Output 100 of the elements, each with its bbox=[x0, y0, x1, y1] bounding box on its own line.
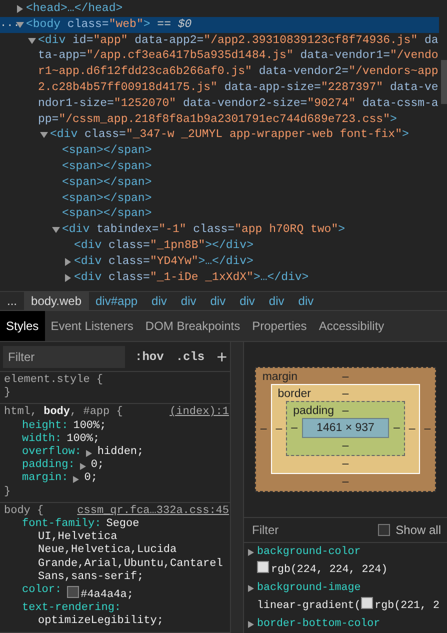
css-property-name: background-color bbox=[257, 545, 362, 559]
css-property-value: 100%; bbox=[66, 432, 100, 446]
breadcrumb[interactable]: div bbox=[232, 292, 262, 310]
panel-tab[interactable]: DOM Breakpoints bbox=[139, 311, 246, 341]
css-property-name: margin: bbox=[22, 472, 68, 486]
css-property-name: background-image bbox=[257, 581, 362, 595]
expanded-triangle-icon[interactable] bbox=[16, 20, 24, 29]
box-value: – bbox=[408, 422, 416, 434]
dom-row[interactable]: <span></span> bbox=[0, 158, 439, 175]
css-property-name: width: bbox=[22, 432, 62, 446]
dom-row[interactable]: <span></span> bbox=[0, 143, 439, 159]
css-property-name: color: bbox=[22, 584, 62, 598]
class-button[interactable]: .cls bbox=[174, 350, 207, 364]
checkbox-label: Show all bbox=[396, 523, 441, 537]
source-link[interactable]: (index):1 bbox=[170, 406, 229, 420]
css-property-name: padding: bbox=[22, 459, 75, 472]
html-tag-line: <div class="_347-w _2UMYL app-wrapper-web font-fix"> bbox=[50, 127, 409, 144]
collapsed-triangle-icon[interactable] bbox=[16, 5, 24, 13]
breadcrumb[interactable]: div bbox=[262, 292, 292, 310]
css-property-value: 0; bbox=[90, 459, 104, 472]
breadcrumb[interactable]: div bbox=[291, 292, 321, 310]
html-tag-line: <span></span> bbox=[62, 143, 152, 159]
checkbox[interactable] bbox=[378, 524, 390, 536]
box-label: padding bbox=[293, 405, 334, 417]
box-value: – bbox=[342, 457, 349, 472]
box-value: – bbox=[274, 422, 284, 434]
collapsed-triangle-icon[interactable] bbox=[64, 274, 72, 282]
expand-triangle-icon[interactable] bbox=[80, 463, 86, 470]
panel-tab[interactable]: Accessibility bbox=[312, 311, 390, 341]
dom-row[interactable]: ... <body class="web"> == $0 bbox=[0, 16, 439, 33]
css-property-value: Grande,Arial,Ubuntu,Cantarel bbox=[37, 558, 224, 571]
expanded-triangle-icon[interactable] bbox=[28, 36, 36, 45]
html-tag-line: <div class="_1pn8B"></div> bbox=[74, 238, 254, 254]
dom-row[interactable]: <div class="_1-iDe _1xXdX">…</div> bbox=[0, 270, 439, 286]
box-value: – bbox=[341, 371, 350, 383]
html-tag-line: <span></span> bbox=[62, 158, 152, 175]
dom-row[interactable]: <div class="YD4Yw">…</div> bbox=[0, 254, 439, 270]
css-property-name: border-bottom-color bbox=[257, 617, 380, 631]
box-value: – bbox=[341, 405, 350, 417]
box-value: – bbox=[392, 422, 401, 434]
expand-triangle-icon[interactable] bbox=[86, 450, 92, 458]
html-tag-line: <div class="_1-iDe _1xXdX">…</div> bbox=[74, 270, 309, 286]
panel-tab[interactable]: Styles bbox=[0, 311, 45, 341]
expanded-triangle-icon[interactable] bbox=[52, 226, 60, 234]
box-value: – bbox=[290, 422, 299, 434]
box-value: – bbox=[342, 475, 349, 490]
box-label: margin bbox=[262, 371, 298, 383]
css-property-value: Sans,sans-serif; bbox=[37, 570, 145, 584]
html-tag-line: <span></span> bbox=[62, 174, 152, 191]
breadcrumb[interactable]: div bbox=[144, 292, 174, 310]
html-tag-line: <div id="app" data-app2="/app2.39310839123cf8f74936.js" data-app="/app.cf3ea6417b5a935d1484.js" data-vendor1="/vendor1~app.d6f12fdd23ca6b266af0.js" data-vendor2="/vendors~app2.c28b4b57ff00918d4175.js" data-app-size="2287397" data-vendor1-size="1252070" data-vendor2-size="90274" data-cssm-app="/cssm_app.218f8f8a1b9a2301791ec744d689e723.css"> bbox=[38, 32, 439, 128]
expand-triangle-icon[interactable] bbox=[248, 585, 254, 592]
expand-triangle-icon[interactable] bbox=[73, 476, 80, 484]
dom-row[interactable]: <span></span> bbox=[0, 206, 439, 222]
content-box: 1461 × 937 bbox=[302, 418, 390, 438]
expand-triangle-icon[interactable] bbox=[248, 621, 254, 628]
dom-row[interactable]: <span></span> bbox=[0, 174, 439, 191]
dom-row[interactable]: <div class="_1pn8B"></div> bbox=[0, 238, 439, 254]
html-tag-line: <span></span> bbox=[62, 206, 152, 222]
html-tag-line: <body class="web"> == $0 bbox=[26, 16, 192, 33]
breadcrumb[interactable]: body.web bbox=[24, 292, 88, 310]
filter-field[interactable]: Filter bbox=[250, 522, 324, 538]
html-tag-line: <head>…</head> bbox=[26, 1, 123, 17]
dom-row[interactable]: <span></span> bbox=[0, 190, 439, 206]
box-value: – bbox=[423, 423, 432, 435]
css-selector: element.style { bbox=[4, 374, 104, 387]
css-property-value: hidden; bbox=[97, 446, 144, 460]
scrollbar-thumb[interactable] bbox=[441, 60, 447, 104]
breadcrumb[interactable]: div bbox=[203, 292, 233, 310]
collapsed-triangle-icon[interactable] bbox=[64, 258, 72, 266]
css-property-value: Segoe bbox=[106, 518, 140, 531]
css-selector: html, body, #app { bbox=[4, 406, 123, 420]
dom-row[interactable]: <div class="_347-w _2UMYL app-wrapper-web font-fix"> bbox=[0, 127, 439, 144]
html-tag-line: <div class="YD4Yw">…</div> bbox=[74, 254, 254, 270]
css-selector: body { bbox=[4, 504, 44, 518]
breadcrumb[interactable]: div#app bbox=[88, 292, 145, 310]
css-property-value: 100%; bbox=[73, 420, 106, 433]
box-label: border bbox=[278, 388, 311, 400]
box-value: – bbox=[342, 439, 349, 454]
css-property-name: text-rendering: bbox=[22, 602, 122, 615]
hover-state-button[interactable]: :hov bbox=[133, 350, 166, 364]
color-swatch[interactable] bbox=[66, 586, 79, 598]
filter-field[interactable]: Filter bbox=[3, 346, 125, 368]
source-link[interactable]: cssm_qr.fca…332a.css:45 bbox=[77, 504, 229, 518]
scrollbar[interactable] bbox=[230, 342, 243, 633]
expand-triangle-icon[interactable] bbox=[248, 549, 254, 556]
more-marker: ... bbox=[0, 16, 16, 32]
closing-brace: } bbox=[4, 387, 12, 400]
css-property-value: optimizeLegibility; bbox=[37, 615, 164, 629]
breadcrumb[interactable]: div bbox=[174, 292, 204, 310]
panel-tab[interactable]: Properties bbox=[246, 311, 313, 341]
panel-tab[interactable]: Event Listeners bbox=[44, 311, 140, 341]
css-property-value: linear-gradient( rgb(221, 2 bbox=[257, 595, 440, 613]
dom-row[interactable]: <div tabindex="-1" class="app h70RQ two"> bbox=[0, 222, 439, 238]
css-property-value: Neue,Helvetica,Lucida bbox=[37, 544, 178, 558]
box-value: – bbox=[341, 388, 350, 400]
add-rule-button[interactable]: + bbox=[214, 349, 230, 365]
dom-row[interactable]: <head>…</head> bbox=[0, 1, 439, 17]
expanded-triangle-icon[interactable] bbox=[40, 131, 48, 140]
breadcrumb[interactable]: ... bbox=[0, 292, 24, 310]
